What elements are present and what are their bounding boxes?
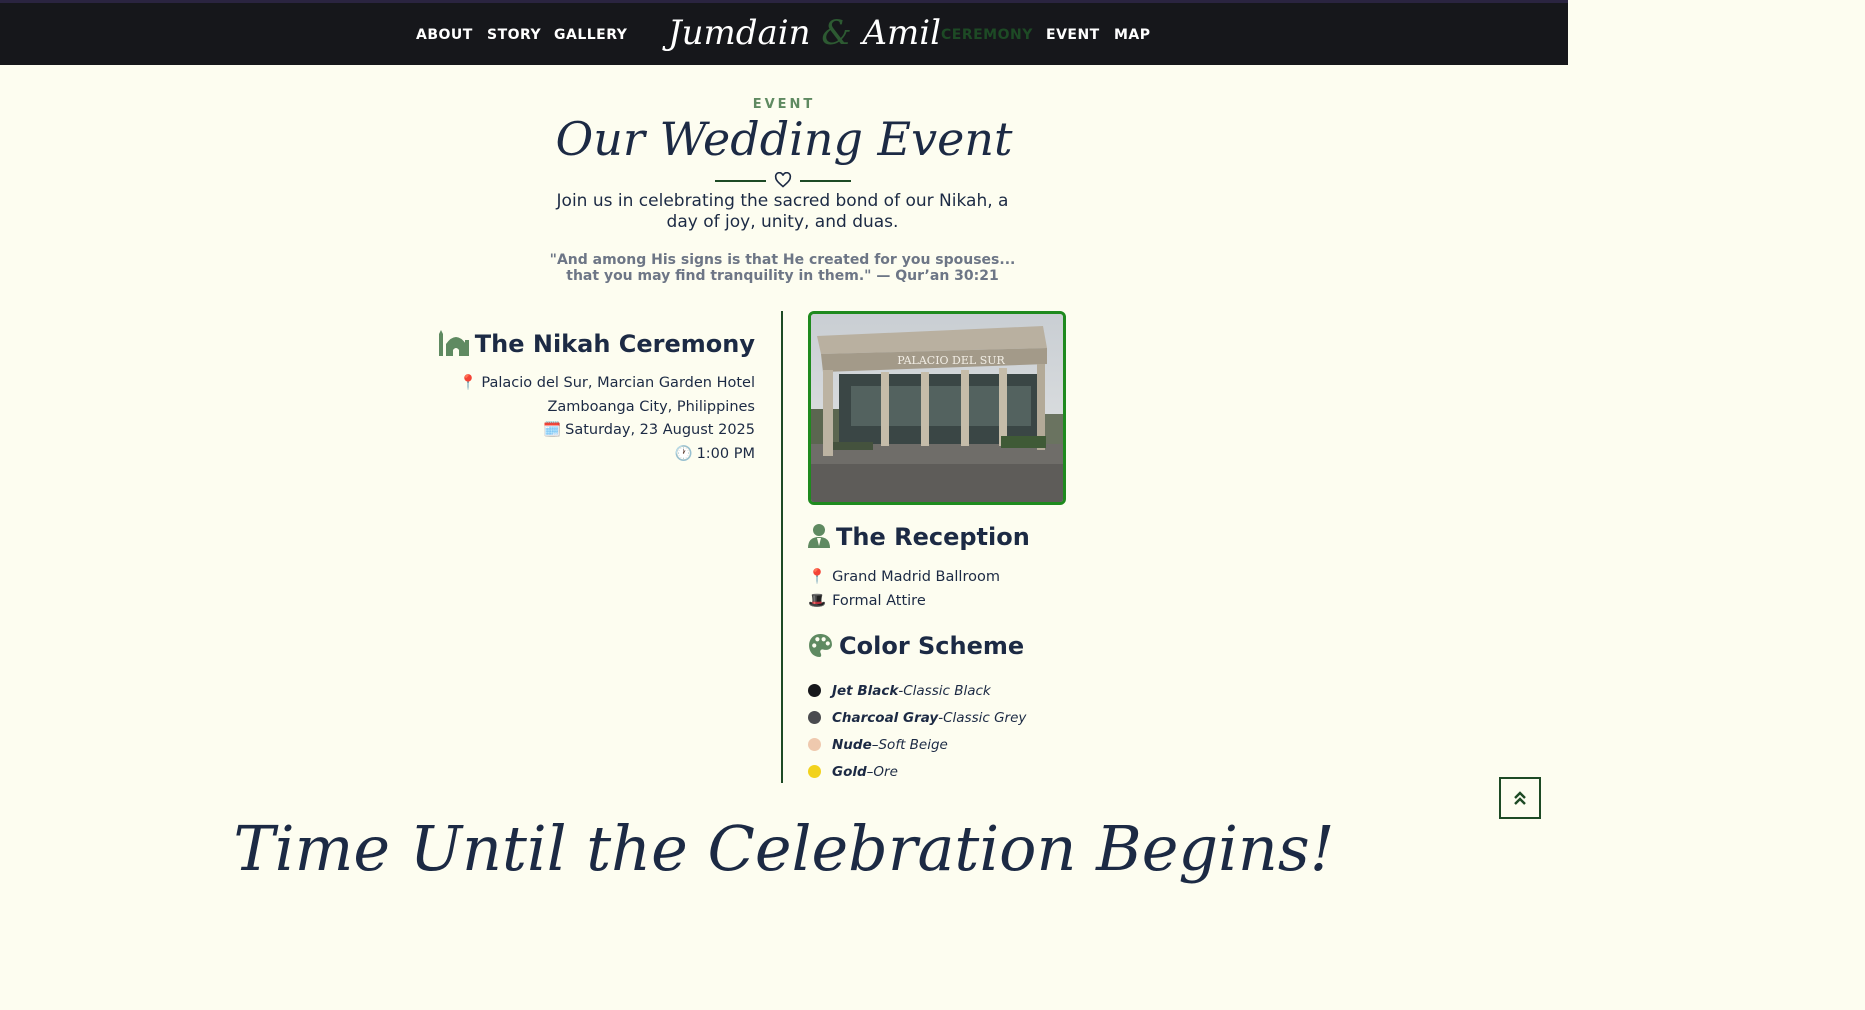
nav-link-about[interactable]: ABOUT — [416, 27, 473, 43]
color-name: Gold — [832, 763, 867, 780]
color-description: Classic Black — [903, 682, 991, 699]
brand-logo[interactable]: Jumdain & Amil — [668, 13, 941, 53]
reception-heading-text: The Reception — [836, 523, 1030, 551]
color-swatch-item: Jet Black - Classic Black — [808, 677, 1026, 704]
reception-location: Grand Madrid Ballroom — [832, 569, 1000, 585]
color-name: Jet Black — [832, 682, 899, 699]
nav-link-gallery[interactable]: GALLERY — [554, 27, 627, 43]
nikah-details: 📍 Palacio del Sur, Marcian Garden Hotel Z… — [420, 372, 755, 466]
nav-link-ceremony[interactable]: CEREMONY — [941, 27, 1033, 43]
reception-details: 📍 Grand Madrid Ballroom 🎩 Formal Attire — [808, 566, 1000, 613]
timeline-divider — [781, 311, 783, 783]
reception-heading: The Reception — [808, 523, 1030, 551]
clock-icon: 🕐 — [674, 445, 693, 462]
divider-line-right — [800, 180, 851, 182]
nikah-date: Saturday, 23 August 2025 — [565, 422, 755, 438]
quran-verse: "And among His signs is that He created … — [549, 252, 1016, 284]
color-name: Charcoal Gray — [832, 709, 939, 726]
color-swatch-item: Charcoal Gray - Classic Grey — [808, 704, 1026, 731]
nikah-venue: Palacio del Sur, Marcian Garden Hotel — [481, 375, 755, 391]
person-icon — [808, 524, 830, 548]
section-label: EVENT — [752, 97, 816, 112]
nikah-heading-text: The Nikah Ceremony — [474, 330, 755, 358]
navbar: ABOUT STORY GALLERY Jumdain & Amil CEREM… — [0, 0, 1568, 65]
color-separator: – — [871, 736, 879, 753]
nikah-time: 1:00 PM — [696, 445, 755, 462]
color-dot — [808, 738, 821, 751]
venue-sign-text: PALACIO DEL SUR — [897, 354, 1005, 367]
color-description: Ore — [873, 763, 898, 780]
palette-icon — [809, 634, 832, 657]
color-dot — [808, 711, 821, 724]
color-dot — [808, 684, 821, 697]
section-title: Our Wedding Event — [555, 112, 1013, 166]
color-separator: – — [866, 763, 874, 780]
color-swatch-item: Nude – Soft Beige — [808, 731, 1026, 758]
color-swatch-list: Jet Black - Classic Black Charcoal Gray … — [808, 677, 1026, 785]
countdown-title: Time Until the Celebration Begins! — [233, 812, 1335, 885]
nav-link-story[interactable]: STORY — [487, 27, 541, 43]
color-scheme-heading: Color Scheme — [808, 632, 1024, 660]
brand-first-name: Jumdain — [668, 13, 811, 53]
nikah-heading: The Nikah Ceremony — [420, 330, 755, 358]
pin-icon: 📍 — [808, 569, 827, 585]
brand-second-name: Amil — [862, 13, 942, 53]
nav-link-event[interactable]: EVENT — [1046, 27, 1100, 43]
pin-icon: 📍 — [459, 375, 478, 391]
color-name: Nude — [832, 736, 872, 753]
back-to-top-button[interactable] — [1499, 777, 1541, 819]
color-dot — [808, 765, 821, 778]
nav-link-map[interactable]: MAP — [1114, 27, 1151, 43]
brand-ampersand: & — [821, 13, 852, 53]
double-chevron-up-icon — [1514, 791, 1526, 805]
venue-building-image: PALACIO DEL SUR — [811, 314, 1063, 502]
nikah-city: Zamboanga City, Philippines — [547, 398, 755, 415]
calendar-icon: 🗓️ — [543, 422, 562, 438]
venue-photo: PALACIO DEL SUR — [808, 311, 1066, 505]
mosque-icon — [438, 330, 469, 356]
heart-icon — [774, 172, 792, 188]
reception-attire: Formal Attire — [832, 592, 926, 609]
color-description: Soft Beige — [878, 736, 948, 753]
top-hat-icon: 🎩 — [808, 592, 827, 609]
divider-line-left — [715, 180, 766, 182]
intro-text: Join us in celebrating the sacred bond o… — [556, 191, 1009, 232]
color-description: Classic Grey — [943, 709, 1027, 726]
color-swatch-item: Gold – Ore — [808, 758, 1026, 785]
color-scheme-heading-text: Color Scheme — [839, 632, 1025, 660]
